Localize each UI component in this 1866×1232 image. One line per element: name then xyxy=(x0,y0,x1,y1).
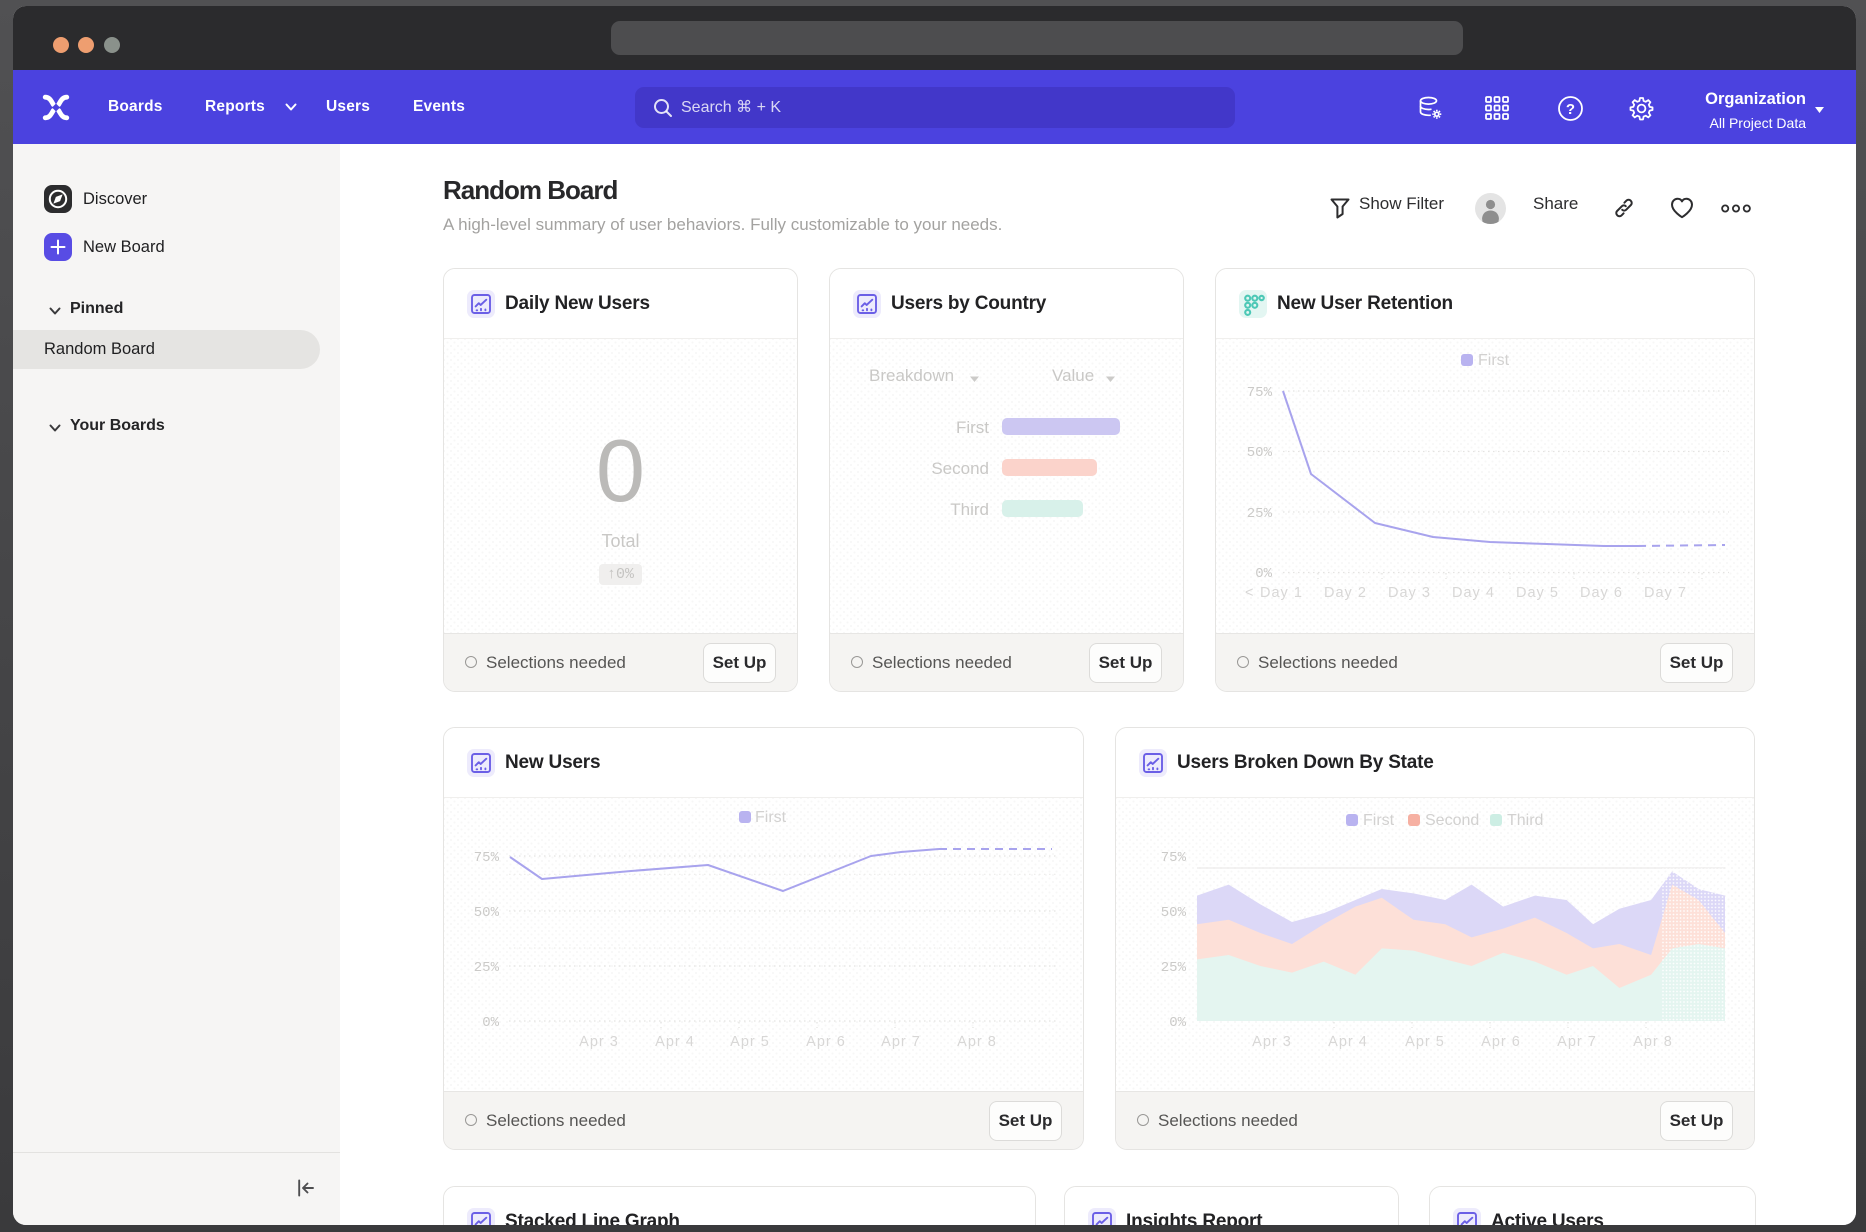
svg-text:<: < xyxy=(1245,585,1254,601)
svg-text:50%: 50% xyxy=(1247,445,1273,461)
svg-text:Apr 5: Apr 5 xyxy=(1405,1034,1445,1050)
svg-text:Apr 6: Apr 6 xyxy=(1481,1034,1521,1050)
svg-text:Third: Third xyxy=(1507,812,1543,829)
svg-text:Day 5: Day 5 xyxy=(1516,585,1559,601)
svg-text:75%: 75% xyxy=(474,850,500,866)
svg-text:25%: 25% xyxy=(1247,506,1273,522)
svg-text:Apr 7: Apr 7 xyxy=(881,1034,921,1050)
svg-text:Apr 8: Apr 8 xyxy=(957,1034,997,1050)
svg-text:75%: 75% xyxy=(1161,850,1187,866)
svg-text:0%: 0% xyxy=(1169,1015,1186,1031)
svg-text:First: First xyxy=(755,809,787,826)
svg-text:Apr 3: Apr 3 xyxy=(1252,1034,1292,1050)
svg-text:Second: Second xyxy=(1425,812,1479,829)
svg-text:25%: 25% xyxy=(474,960,500,976)
svg-text:Day 2: Day 2 xyxy=(1324,585,1367,601)
svg-text:25%: 25% xyxy=(1161,960,1187,976)
svg-text:Day 7: Day 7 xyxy=(1644,585,1687,601)
svg-text:0%: 0% xyxy=(1255,566,1272,582)
svg-text:Apr 5: Apr 5 xyxy=(730,1034,770,1050)
svg-text:Apr 4: Apr 4 xyxy=(1328,1034,1368,1050)
svg-text:0%: 0% xyxy=(482,1015,499,1031)
svg-text:Apr 3: Apr 3 xyxy=(579,1034,619,1050)
svg-text:Day 1: Day 1 xyxy=(1260,585,1303,601)
svg-text:Day 4: Day 4 xyxy=(1452,585,1495,601)
svg-text:50%: 50% xyxy=(474,905,500,921)
svg-text:First: First xyxy=(1478,352,1510,369)
svg-text:Apr 7: Apr 7 xyxy=(1557,1034,1597,1050)
svg-text:?: ? xyxy=(1566,101,1575,118)
svg-text:First: First xyxy=(1363,812,1395,829)
svg-text:50%: 50% xyxy=(1161,905,1187,921)
svg-text:Day 3: Day 3 xyxy=(1388,585,1431,601)
svg-text:Day 6: Day 6 xyxy=(1580,585,1623,601)
svg-text:Apr 6: Apr 6 xyxy=(806,1034,846,1050)
svg-text:Apr 4: Apr 4 xyxy=(655,1034,695,1050)
svg-text:75%: 75% xyxy=(1247,385,1273,401)
svg-text:Apr 8: Apr 8 xyxy=(1633,1034,1673,1050)
